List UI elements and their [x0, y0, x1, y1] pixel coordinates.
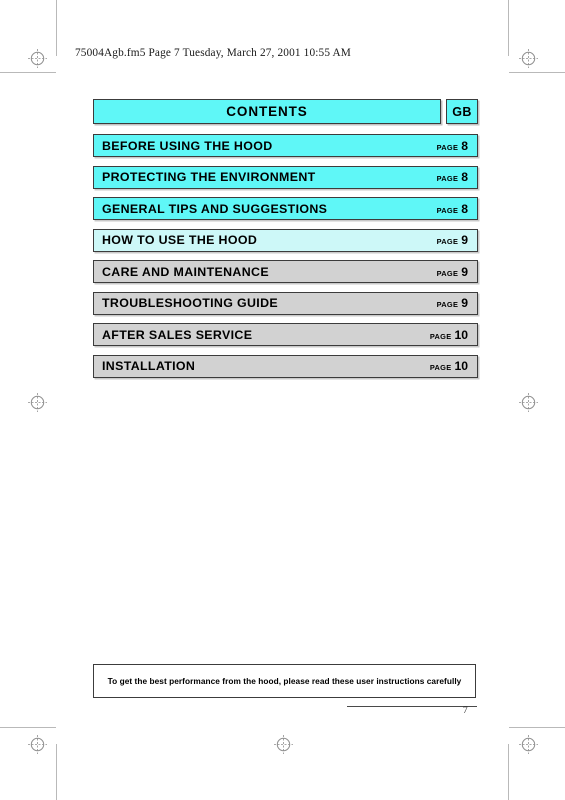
registration-mark-bottom-center [274, 735, 293, 754]
toc-entry-label: INSTALLATION [102, 359, 196, 373]
toc-entry-page-ref: PAGE 8 [437, 170, 468, 184]
toc-entry-protecting-the-environment[interactable]: PROTECTING THE ENVIRONMENT PAGE 8 [93, 165, 478, 189]
toc-page-word: PAGE [436, 174, 459, 183]
toc-entry-page-ref: PAGE 10 [430, 359, 468, 373]
toc-page-word: PAGE [436, 142, 459, 152]
contents-title-row: CONTENTS GB [93, 99, 478, 124]
crop-mark-line [508, 0, 509, 56]
toc-page-word: PAGE [429, 363, 452, 372]
language-code-box: GB [446, 99, 478, 124]
registration-mark-top-right [519, 49, 538, 68]
toc-page-word: PAGE [436, 268, 459, 278]
toc-page-word: PAGE [436, 205, 459, 215]
toc-entry-label: BEFORE USING THE HOOD [102, 138, 273, 153]
toc-page-number: 9 [461, 233, 468, 247]
toc-page-word: PAGE [429, 331, 452, 341]
toc-entry-page-ref: PAGE 9 [437, 296, 468, 310]
toc-entry-installation[interactable]: INSTALLATION PAGE 10 [93, 354, 478, 378]
registration-mark-bottom-right [519, 735, 538, 754]
crop-mark-line [56, 744, 57, 800]
toc-entry-page-ref: PAGE 8 [437, 202, 468, 216]
toc-page-number: 8 [461, 170, 468, 184]
crop-mark-line [509, 727, 565, 728]
toc-page-number: 10 [454, 359, 468, 373]
toc-entry-page-ref: PAGE 10 [430, 328, 468, 342]
registration-mark-top-left [28, 49, 47, 68]
toc-entry-label: HOW TO USE THE HOOD [102, 233, 258, 247]
toc-page-word: PAGE [436, 300, 459, 309]
page-number: 7 [463, 706, 468, 716]
toc-entry-general-tips-and-suggestions[interactable]: GENERAL TIPS AND SUGGESTIONS PAGE 8 [93, 197, 478, 220]
toc-page-word: PAGE [436, 237, 459, 246]
footer-note-box: To get the best performance from the hoo… [93, 664, 476, 698]
toc-page-number: 10 [454, 327, 468, 342]
toc-entry-after-sales-service[interactable]: AFTER SALES SERVICE PAGE 10 [93, 323, 478, 346]
document-page: 75004Agb.fm5 Page 7 Tuesday, March 27, 2… [0, 0, 565, 800]
toc-page-number: 8 [461, 138, 468, 153]
toc-entry-troubleshooting-guide[interactable]: TROUBLESHOOTING GUIDE PAGE 9 [93, 291, 478, 315]
toc-entry-label: PROTECTING THE ENVIRONMENT [102, 170, 316, 184]
toc-entry-how-to-use-the-hood[interactable]: HOW TO USE THE HOOD PAGE 9 [93, 228, 478, 252]
toc-entry-before-using-the-hood[interactable]: BEFORE USING THE HOOD PAGE 8 [93, 134, 478, 157]
table-of-contents-list: BEFORE USING THE HOOD PAGE 8 PROTECTING … [93, 134, 478, 378]
contents-title-bar: CONTENTS [93, 99, 441, 124]
crop-mark-line [56, 0, 57, 56]
toc-entry-label: GENERAL TIPS AND SUGGESTIONS [102, 201, 328, 216]
contents-block: CONTENTS GB BEFORE USING THE HOOD PAGE 8… [93, 99, 478, 386]
page-title: CONTENTS [226, 104, 308, 119]
crop-mark-line [0, 727, 56, 728]
registration-mark-bottom-left [28, 735, 47, 754]
toc-entry-page-ref: PAGE 8 [437, 139, 468, 153]
crop-mark-line [509, 72, 565, 73]
toc-entry-label: TROUBLESHOOTING GUIDE [102, 296, 279, 310]
page-number-rule [347, 706, 477, 707]
toc-entry-care-and-maintenance[interactable]: CARE AND MAINTENANCE PAGE 9 [93, 260, 478, 283]
crop-mark-line [508, 744, 509, 800]
document-header-line: 75004Agb.fm5 Page 7 Tuesday, March 27, 2… [75, 47, 351, 59]
registration-mark-mid-left [28, 393, 47, 412]
toc-entry-label: CARE AND MAINTENANCE [102, 264, 269, 279]
language-code-label: GB [452, 104, 472, 119]
toc-page-number: 9 [461, 264, 468, 279]
toc-page-number: 9 [461, 296, 468, 310]
toc-page-number: 8 [461, 201, 468, 216]
toc-entry-label: AFTER SALES SERVICE [102, 327, 253, 342]
registration-mark-mid-right [519, 393, 538, 412]
footer-note-text: To get the best performance from the hoo… [107, 676, 462, 686]
toc-entry-page-ref: PAGE 9 [437, 233, 468, 247]
crop-mark-line [0, 72, 56, 73]
toc-entry-page-ref: PAGE 9 [437, 265, 468, 279]
